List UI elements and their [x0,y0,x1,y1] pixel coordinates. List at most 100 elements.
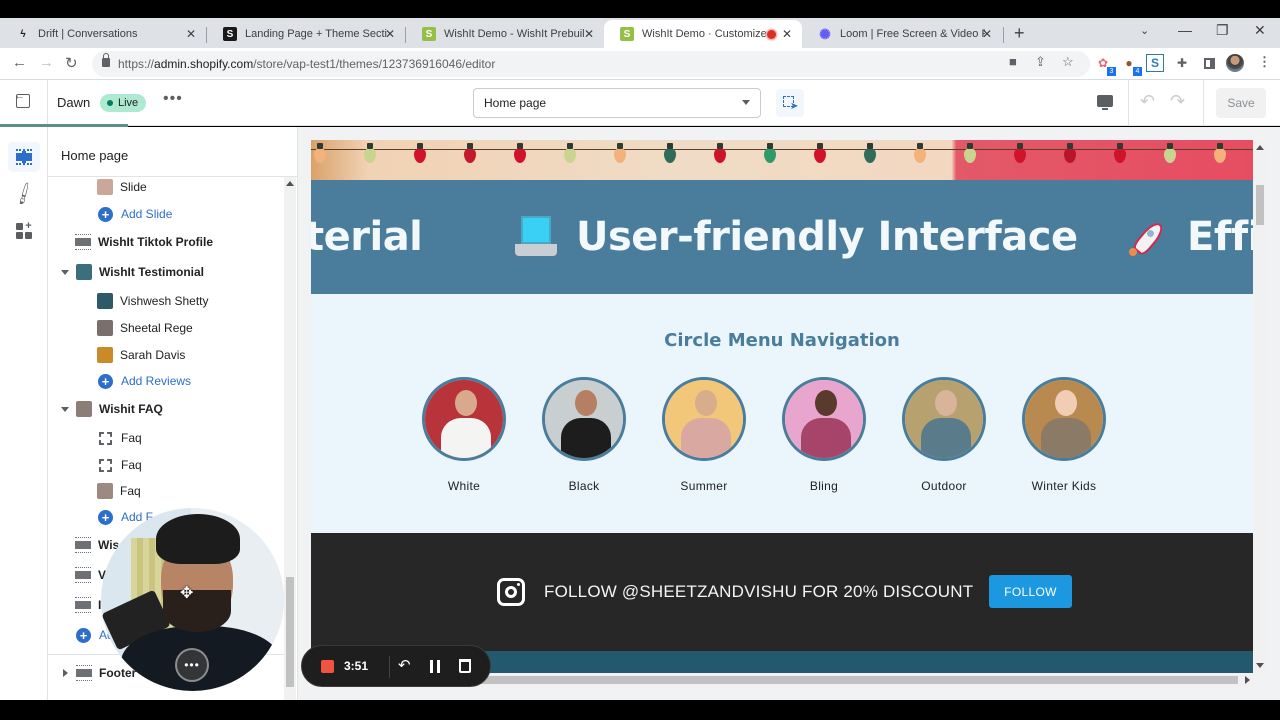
category-image[interactable] [422,377,506,461]
scroll-up-arrow-icon[interactable] [1256,145,1264,150]
tab-title: Landing Page + Theme Sections [245,28,387,40]
browser-tab[interactable]: S Landing Page + Theme Sections ✕ [207,20,405,48]
expand-caret-icon[interactable] [63,669,68,677]
circle-menu-item[interactable]: White [409,377,519,493]
tree-section-item[interactable]: WishIt Testimonial [61,259,204,285]
stop-recording-button[interactable] [321,660,334,673]
browser-tab[interactable]: S WishIt Demo - WishIt Prebuilt Th ✕ [406,20,604,48]
video-camera-icon[interactable]: ■ [1009,54,1017,69]
add-block-button[interactable]: + Add Slide [98,201,172,227]
expand-caret-icon[interactable] [61,269,69,275]
camera-options-button[interactable]: ••• [175,648,209,682]
restart-recording-icon[interactable]: ↶ [398,656,411,674]
side-panel-icon[interactable] [1200,54,1218,72]
browser-tab[interactable]: ✺ Loom | Free Screen & Video Reco ✕ [802,20,1002,48]
reload-icon[interactable]: ↻ [65,54,78,72]
scrollbar-thumb[interactable] [286,577,294,687]
extension-icon[interactable]: ✿ 3 [1094,54,1116,76]
exit-editor-icon[interactable] [14,90,30,108]
close-tab-icon[interactable]: ✕ [584,27,594,41]
light-wire [311,144,1253,150]
preview-vertical-scrollbar[interactable] [1253,140,1267,673]
scroll-down-arrow-icon[interactable] [1256,663,1264,668]
tree-block-item[interactable]: Sarah Davis [97,342,185,368]
tree-block-item[interactable]: Sheetal Rege [97,315,193,341]
forward-arrow-icon[interactable]: → [39,54,54,71]
browser-tab[interactable]: ϟ Drift | Conversations ✕ [0,20,206,48]
delete-recording-icon[interactable] [459,659,471,673]
browser-tab-active[interactable]: S WishIt Demo · Customize Da ✕ [604,20,802,48]
tree-section-item[interactable]: Wishit FAQ [61,396,163,422]
light-bulb [964,143,976,163]
divider [389,656,390,678]
tree-section-item[interactable]: WishIt Tiktok Profile [75,229,213,255]
minimize-window-icon[interactable]: — [1178,22,1192,38]
theme-settings-nav-button[interactable]: 🖌 [8,179,40,209]
close-tab-icon[interactable]: ✕ [186,27,196,41]
follow-button[interactable]: FOLLOW [989,575,1072,608]
browser-menu-icon[interactable]: ⋮ [1258,54,1271,70]
s-extension-icon[interactable]: S [1146,54,1164,72]
circle-menu-item[interactable]: Bling [769,377,879,493]
shopify-bag-icon: S [620,27,634,41]
tree-block-item[interactable]: Faq [98,452,142,478]
plus-circle-icon: + [76,627,91,643]
category-image[interactable] [782,377,866,461]
scroll-right-arrow-icon[interactable] [1245,676,1250,684]
model-figure [921,418,971,458]
undo-icon[interactable]: ↶ [1140,91,1155,112]
tree-block-item[interactable]: Faq [97,478,141,504]
new-tab-button[interactable]: + [1014,23,1025,44]
bookmark-star-icon[interactable]: ☆ [1062,54,1074,70]
block-thumbnail [97,293,113,309]
close-window-icon[interactable]: ✕ [1254,22,1266,39]
desktop-view-icon[interactable] [1097,95,1113,110]
circle-menu-item[interactable]: Outdoor [889,377,999,493]
share-icon[interactable]: ⇪ [1035,54,1046,70]
redo-icon[interactable]: ↷ [1170,91,1185,112]
expand-caret-icon[interactable] [61,406,69,412]
inspector-toggle-button[interactable]: ➤ [776,89,804,117]
profile-avatar[interactable] [1226,54,1244,72]
model-figure [695,390,717,416]
scrollbar-thumb[interactable] [1256,185,1264,225]
close-tab-icon[interactable]: ✕ [982,27,992,41]
theme-name: Dawn [57,95,91,110]
item-label: Vishwesh Shetty [120,294,209,308]
header-divider [47,80,48,126]
tree-block-item[interactable]: Faq [98,425,142,451]
circle-menu-item[interactable]: Summer [649,377,759,493]
sections-nav-button[interactable] [8,142,40,172]
puzzle-extensions-icon[interactable]: ✚ [1173,54,1191,72]
recording-indicator-icon [767,29,776,39]
tab-search-chevron-icon[interactable]: ⌄ [1140,24,1149,37]
tree-section-item[interactable]: I [75,592,101,618]
scroll-up-arrow-icon[interactable] [286,181,294,186]
category-image[interactable] [662,377,746,461]
screen: ϟ Drift | Conversations ✕ S Landing Page… [0,0,1280,720]
category-image[interactable] [542,377,626,461]
close-tab-icon[interactable]: ✕ [385,27,395,41]
maximize-window-icon[interactable]: ❐ [1216,22,1229,39]
category-image[interactable] [902,377,986,461]
light-bulb [514,143,526,163]
category-image[interactable] [1022,377,1106,461]
light-bulb [414,143,426,163]
address-bar[interactable]: https://admin.shopify.com/store/vap-test… [92,51,1090,77]
sidebar-scrollbar[interactable] [284,177,296,700]
page-selector[interactable]: Home page [473,88,761,118]
tree-block-item[interactable]: Slide [97,174,147,200]
cookie-extension-icon[interactable]: ● 4 [1120,54,1142,76]
add-block-button[interactable]: + Add Reviews [98,368,191,394]
category-label: Winter Kids [1031,479,1097,493]
back-arrow-icon[interactable]: ← [12,54,27,71]
more-actions-icon[interactable]: ••• [163,90,183,108]
pause-recording-icon[interactable] [430,660,440,673]
save-button[interactable]: Save [1216,88,1266,118]
circle-menu-item[interactable]: Black [529,377,639,493]
category-label: Summer [680,479,728,493]
app-embeds-nav-button[interactable]: + [8,216,40,246]
close-tab-icon[interactable]: ✕ [782,27,792,41]
tree-block-item[interactable]: Vishwesh Shetty [97,288,209,314]
circle-menu-item[interactable]: Winter Kids [1009,377,1119,493]
